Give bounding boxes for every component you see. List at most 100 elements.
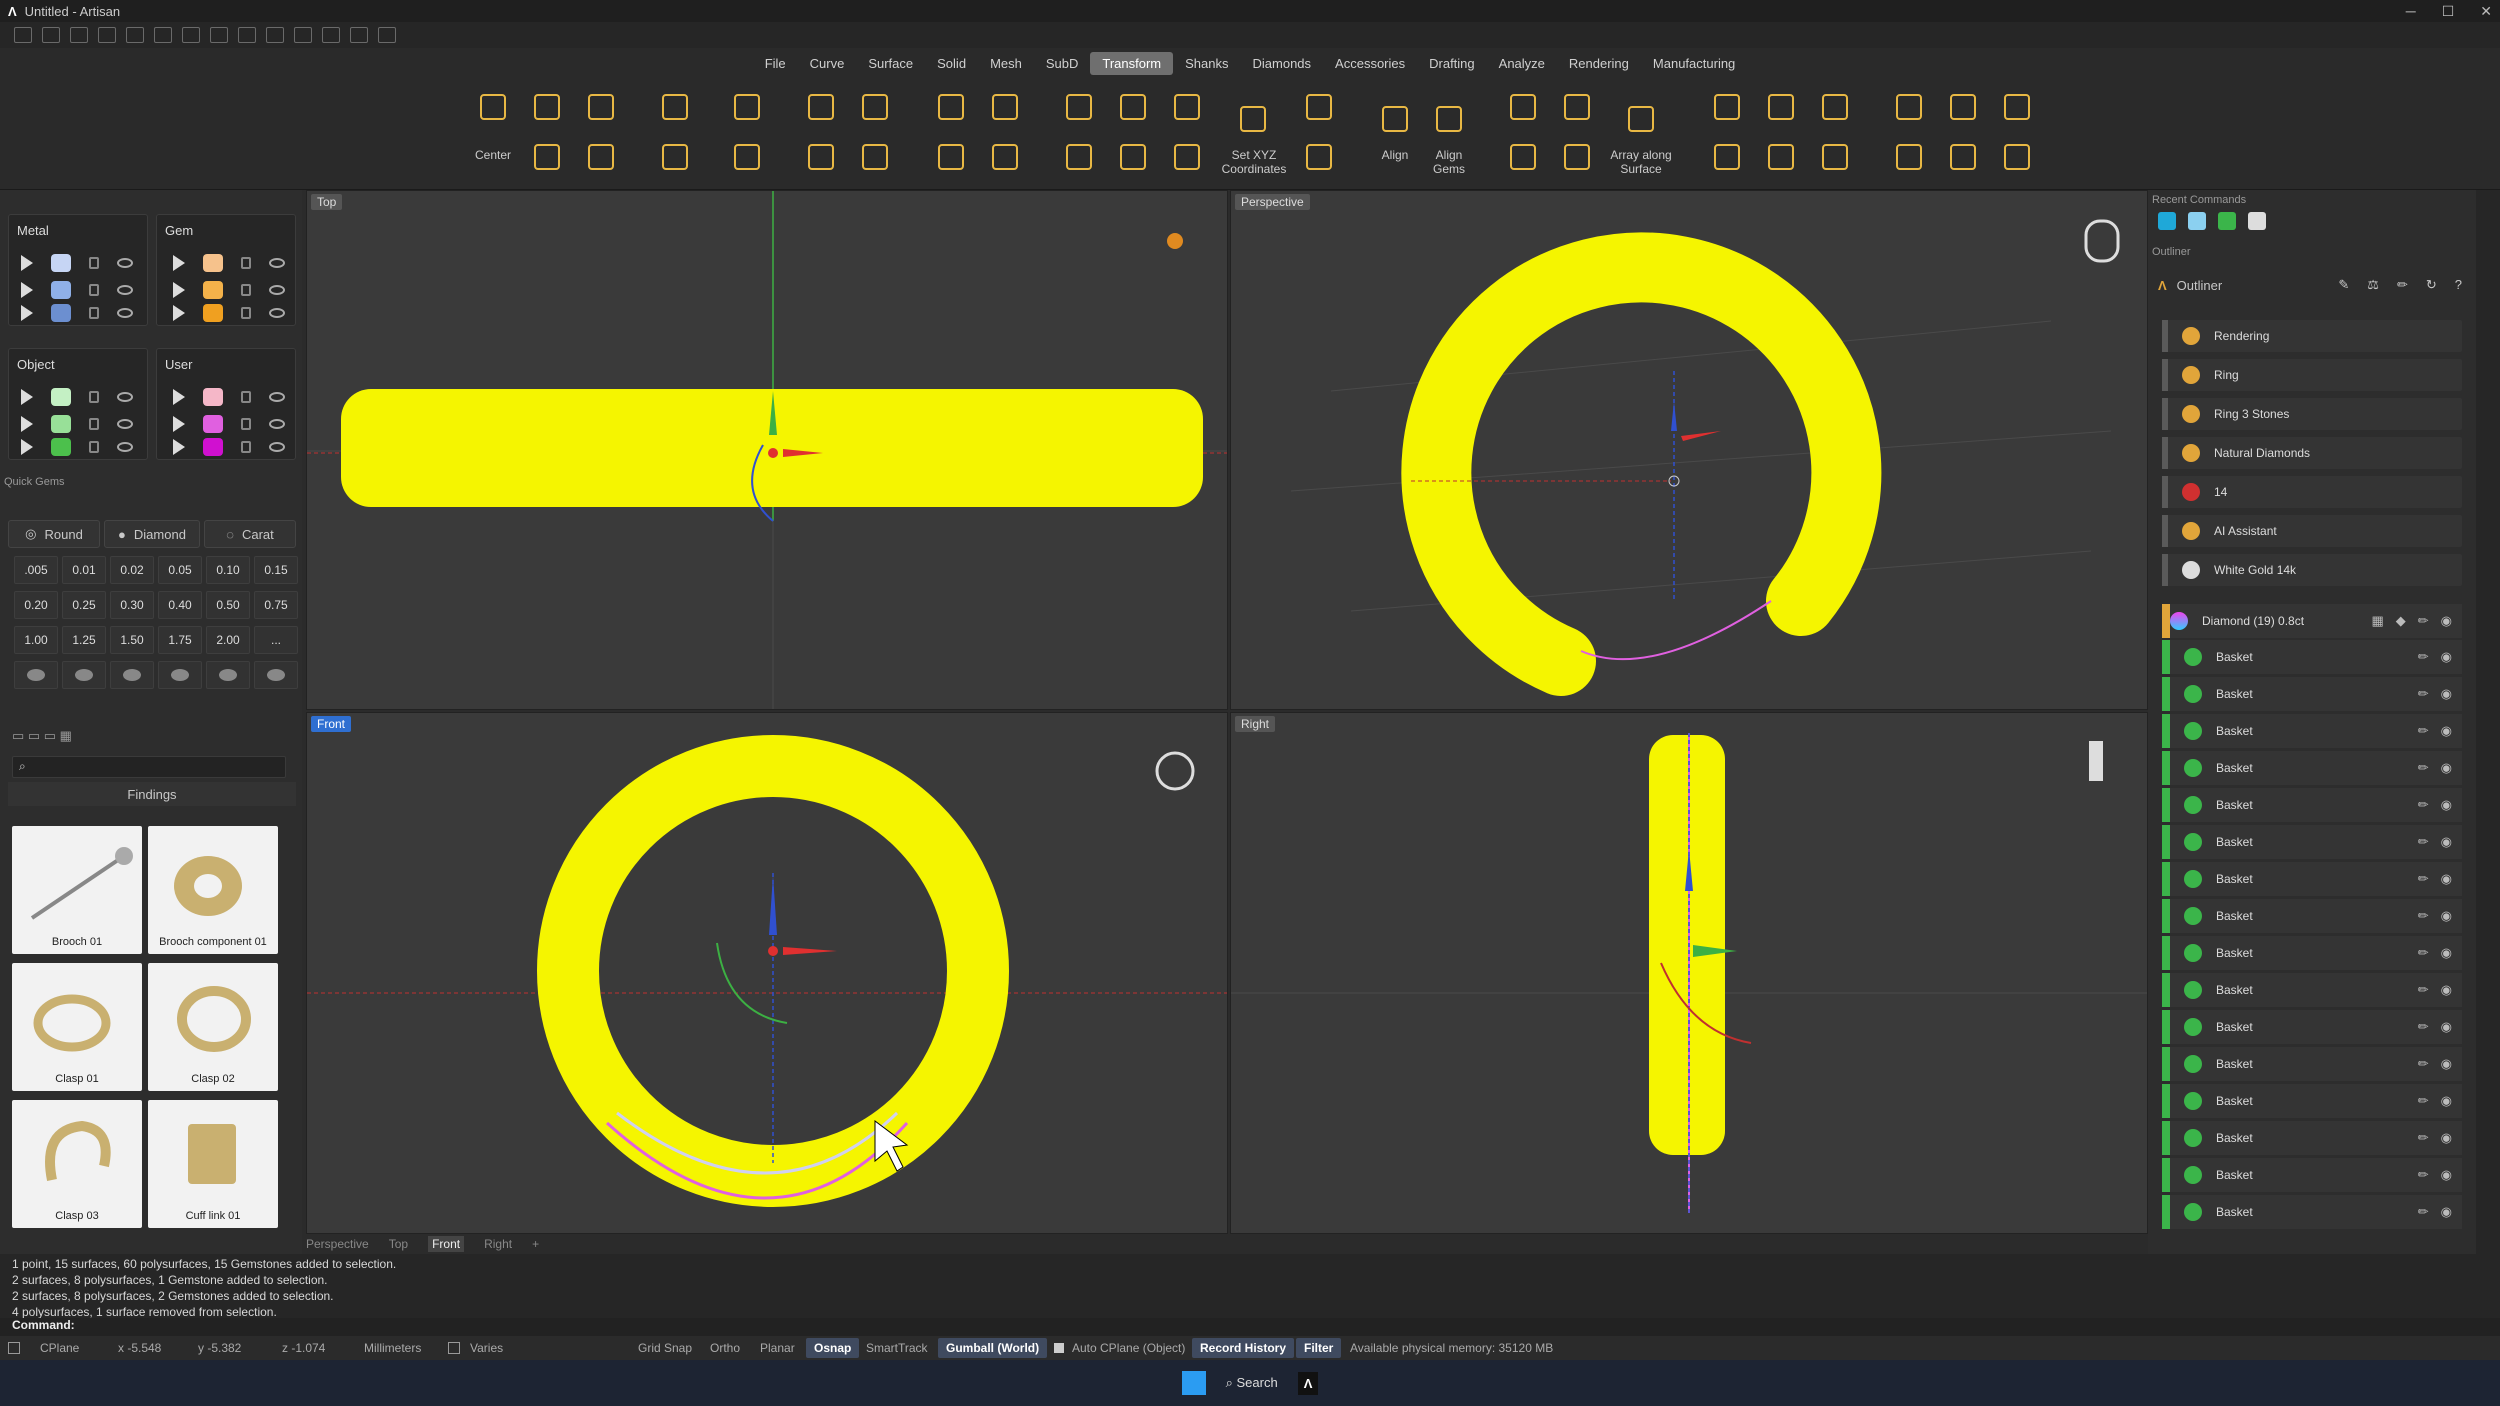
metal-layer-row[interactable] [21,278,133,302]
play-icon[interactable] [173,305,185,321]
triangle-icon[interactable] [1502,86,1544,128]
gem-curve-icon[interactable] [1166,136,1208,178]
lock-icon[interactable] [89,418,99,430]
viewport-right[interactable]: Right [1230,712,2148,1234]
menu-analyze[interactable]: Analyze [1487,52,1557,75]
recent-command-icon[interactable] [2188,212,2206,230]
lock-icon[interactable] [89,307,99,319]
gem-layer-row[interactable] [173,303,285,323]
lock-icon[interactable] [241,257,251,269]
mesh-grid-icon[interactable] [1888,86,1930,128]
surface-map-icon[interactable] [1942,86,1984,128]
outliner-row[interactable]: Natural Diamonds [2162,437,2462,469]
array-polar-icon[interactable] [654,136,696,178]
diamond-group-row[interactable]: Diamond (19) 0.8ct ▦ ◆ ✏ ◉ [2162,604,2462,638]
bead-icon[interactable] [1706,136,1748,178]
eye-icon[interactable]: ◉ [2441,834,2452,850]
basket-row[interactable]: Basket ✏ ◉ [2162,677,2462,711]
gem-size-button[interactable]: 1.75 [158,626,202,654]
lock-icon[interactable] [89,391,99,403]
recent-command-icon[interactable] [2248,212,2266,230]
status-osnap[interactable]: Osnap [806,1338,860,1358]
settings-gear-icon[interactable] [378,27,396,43]
status-grid-snap[interactable]: Grid Snap [638,1341,692,1355]
shear-icon[interactable] [726,86,768,128]
artisan-app-icon[interactable]: Λ [1297,1371,1319,1395]
set-xyz-icon[interactable] [1232,98,1274,140]
outliner-row[interactable]: 14 [2162,476,2462,508]
gem-size-button[interactable]: 0.20 [14,591,58,619]
pencil-icon[interactable]: ✏ [2418,1204,2429,1220]
viewport-tab-right[interactable]: Right [484,1237,512,1251]
unroll-icon[interactable] [1888,136,1930,178]
menu-surface[interactable]: Surface [856,52,925,75]
menu-accessories[interactable]: Accessories [1323,52,1417,75]
status-record-history[interactable]: Record History [1192,1338,1295,1358]
menu-mesh[interactable]: Mesh [978,52,1034,75]
layer-color-swatch[interactable] [51,254,71,272]
eye-icon[interactable]: ◉ [2441,1056,2452,1072]
diamond-tab[interactable]: ● Diamond [104,520,200,548]
viewport-perspective[interactable]: Perspective [1230,190,2148,710]
pencil-icon[interactable]: ✏ [2418,982,2429,998]
basket-row[interactable]: Basket ✏ ◉ [2162,1121,2462,1155]
finding-cuff-link-01[interactable]: Cuff link 01 [148,1100,278,1228]
gem-size-button[interactable]: 0.02 [110,556,154,584]
snap-icon[interactable] [350,27,368,43]
viewport-tab-front[interactable]: Front [428,1236,465,1252]
play-icon[interactable] [173,282,185,298]
play-icon[interactable] [21,439,33,455]
menu-file[interactable]: File [753,52,798,75]
menu-subd[interactable]: SubD [1034,52,1091,75]
gem-size-button[interactable]: 0.25 [62,591,106,619]
basket-row[interactable]: Basket ✏ ◉ [2162,1195,2462,1229]
eye-icon[interactable]: ◉ [2441,1093,2452,1109]
panel-toggle-icon[interactable] [8,1342,20,1354]
bezel-icon[interactable] [1814,136,1856,178]
auto-cplane-checkbox[interactable] [1054,1343,1064,1353]
cage-edit-icon[interactable] [854,86,896,128]
lock-icon[interactable] [241,391,251,403]
finding-clasp-02[interactable]: Clasp 02 [148,963,278,1091]
bend-icon[interactable] [800,136,842,178]
rotate-icon[interactable] [580,86,622,128]
status-ortho[interactable]: Ortho [710,1341,740,1355]
pencil-icon[interactable]: ✏ [2418,613,2429,629]
eye-icon[interactable]: ◉ [2441,1019,2452,1035]
layer-color-swatch[interactable] [51,438,71,456]
help-icon[interactable]: ? [2455,277,2462,293]
layer-color-swatch[interactable] [51,304,71,322]
view-cube-ring-icon[interactable] [2089,741,2103,781]
basket-row[interactable]: Basket ✏ ◉ [2162,1158,2462,1192]
play-icon[interactable] [21,389,33,405]
add-viewport-tab-button[interactable]: + [532,1237,539,1251]
windows-start-icon[interactable] [1181,1371,1206,1395]
eye-icon[interactable]: ◉ [2441,871,2452,887]
object-layer-row[interactable] [21,437,133,457]
gem-layer-row[interactable] [173,278,285,302]
play-icon[interactable] [173,416,185,432]
eye-icon[interactable] [269,419,285,429]
basket-row[interactable]: Basket ✏ ◉ [2162,825,2462,859]
stretch-icon[interactable] [930,136,972,178]
pencil-icon[interactable]: ✏ [2418,1093,2429,1109]
eye-icon[interactable]: ◉ [2441,908,2452,924]
pencil-icon[interactable]: ✏ [2418,1056,2429,1072]
gem-shape-icon[interactable] [14,661,58,689]
eye-icon[interactable] [117,308,133,318]
eye-icon[interactable]: ◉ [2441,760,2452,776]
gem-rotate-icon[interactable] [1166,86,1208,128]
sketch-icon[interactable] [266,27,284,43]
lock-icon[interactable] [89,441,99,453]
layer-color-swatch[interactable] [203,388,223,406]
status-planar[interactable]: Planar [760,1341,795,1355]
layer-color-swatch[interactable] [203,281,223,299]
eye-icon[interactable]: ◉ [2441,686,2452,702]
command-prompt[interactable]: Command: [0,1318,2500,1336]
viewport-tab-top[interactable]: Top [389,1237,408,1251]
viewport-tab-perspective[interactable]: Perspective [306,1237,369,1251]
eye-icon[interactable]: ◉ [2441,1204,2452,1220]
menu-shanks[interactable]: Shanks [1173,52,1240,75]
eye-icon[interactable] [117,442,133,452]
undo-icon[interactable] [126,27,144,43]
